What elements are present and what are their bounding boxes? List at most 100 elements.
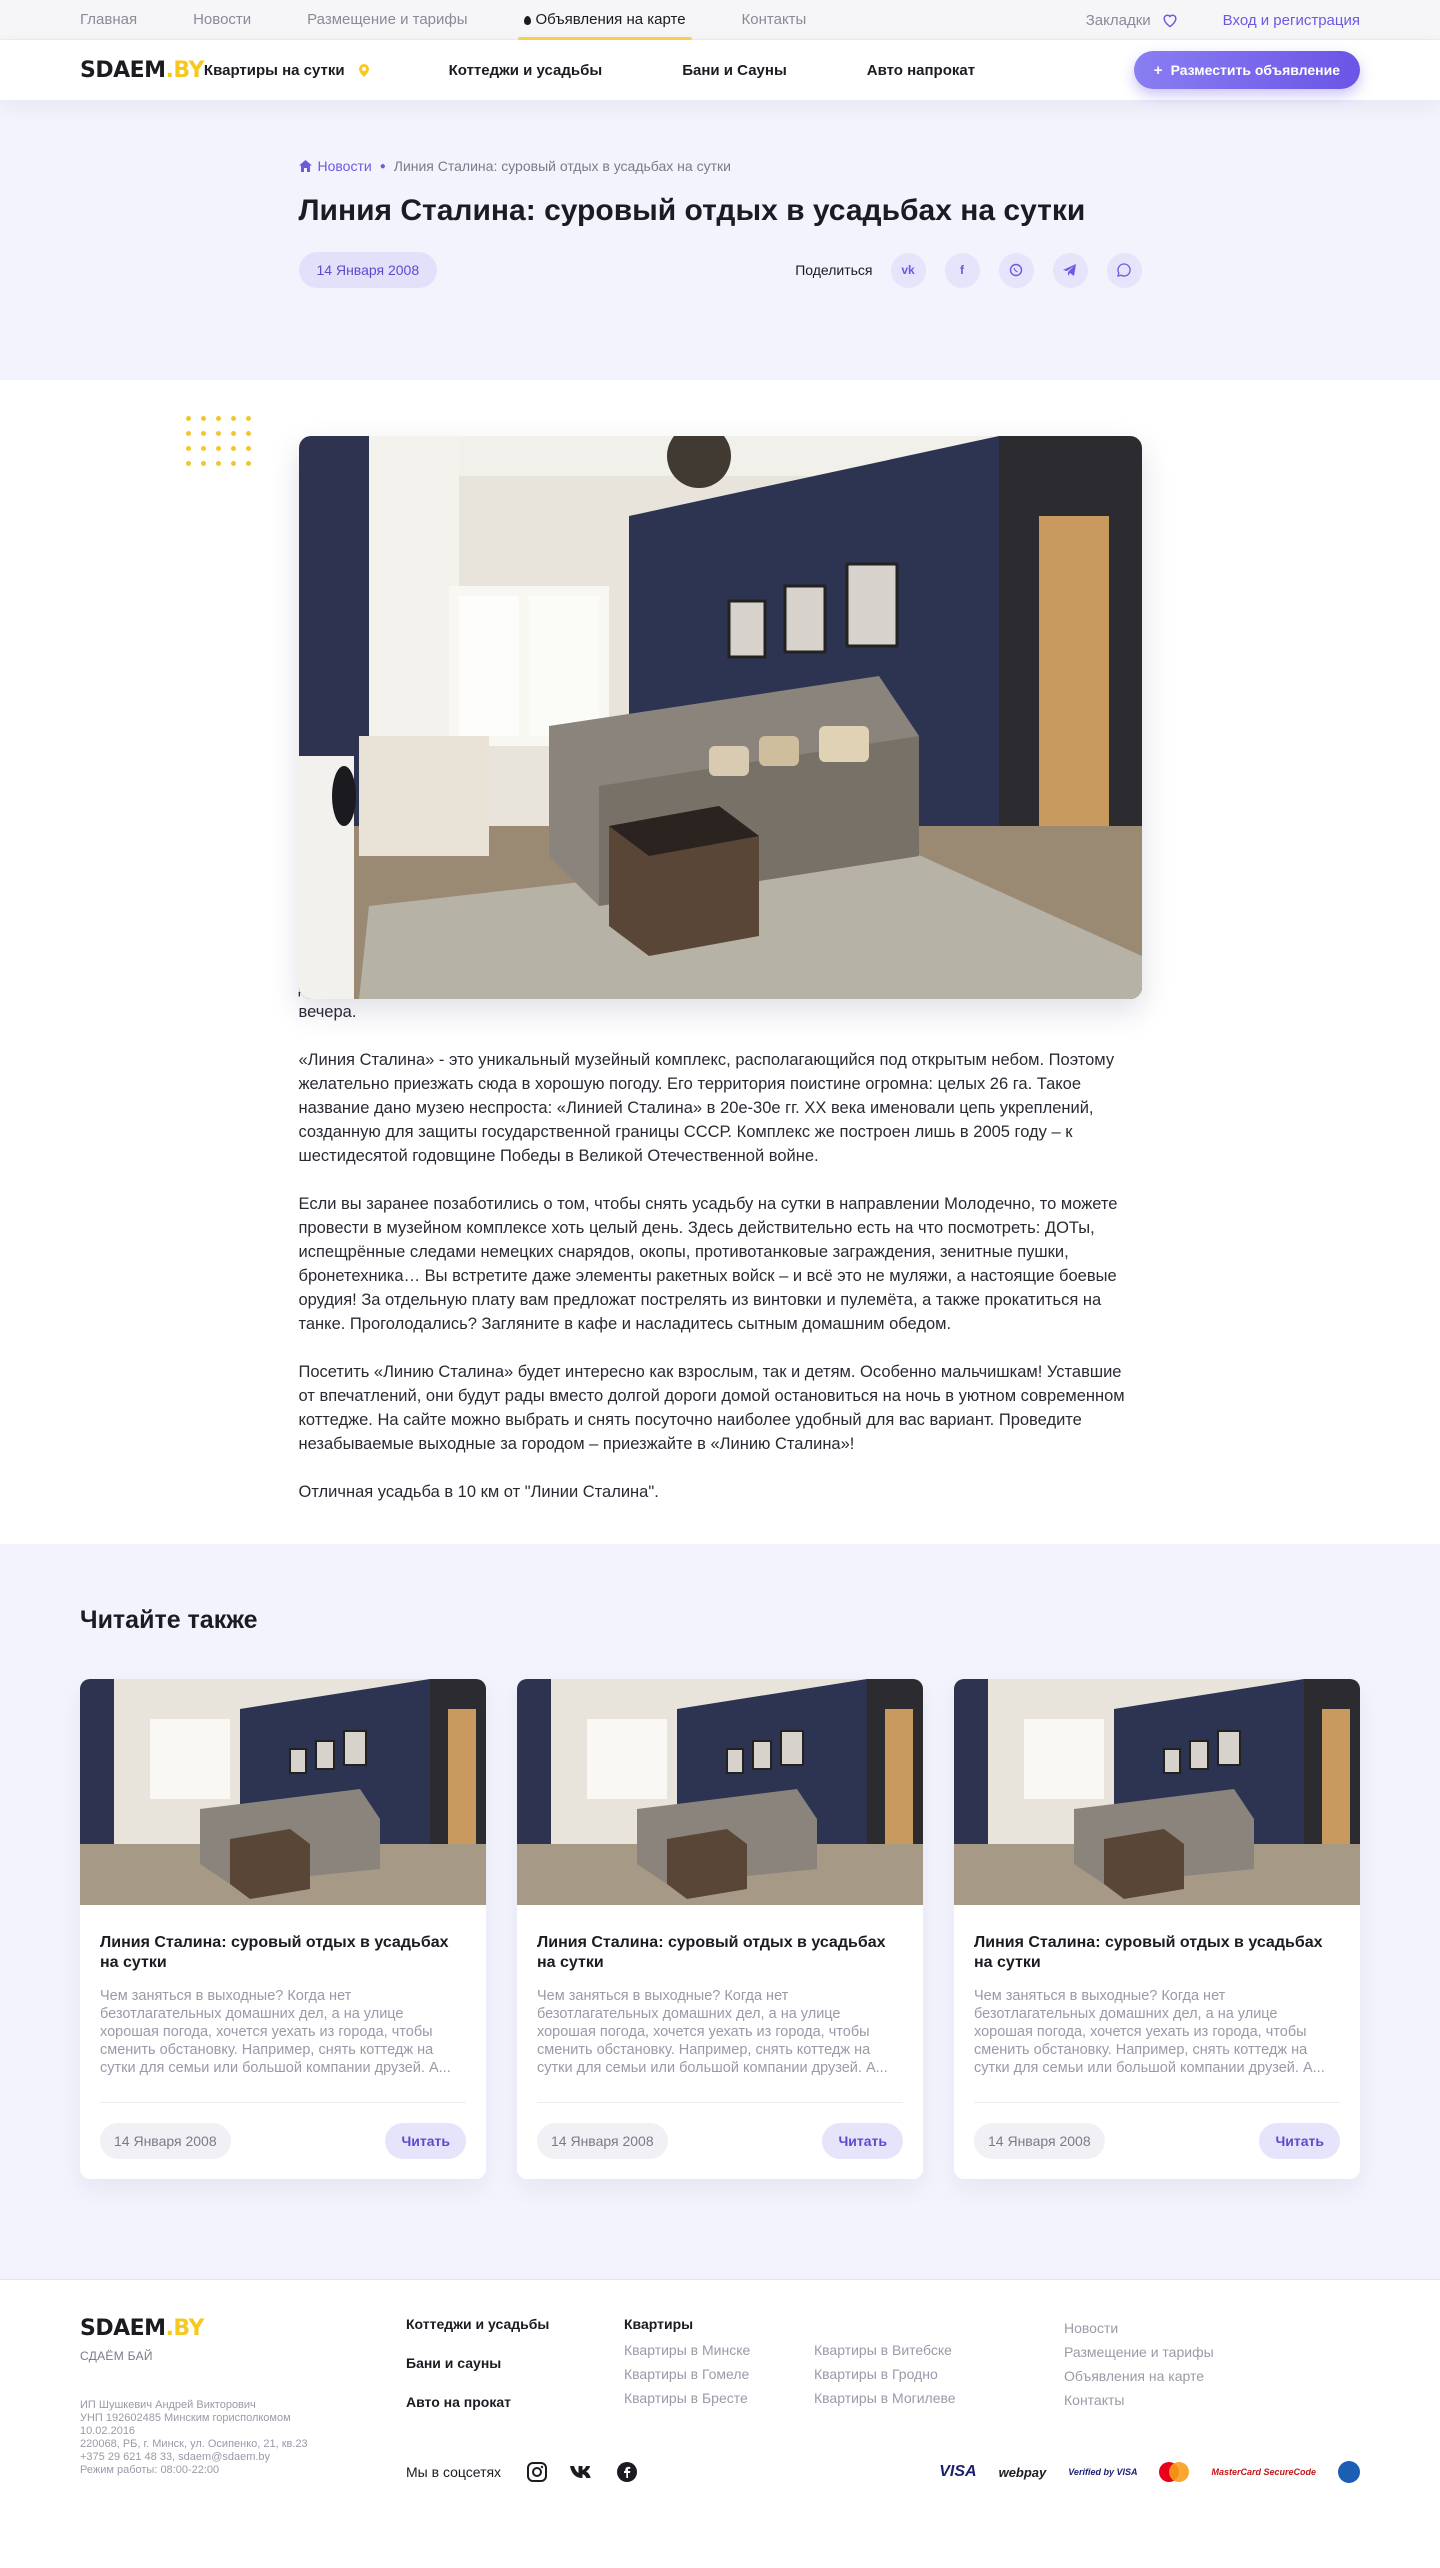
article-paragraph: Если вы заранее позаботились о том, чтоб… bbox=[298, 1195, 1118, 1333]
footer-logo-main: SDAEM bbox=[80, 2316, 166, 2341]
mastercard-logo bbox=[1159, 2462, 1190, 2482]
living-room-image bbox=[298, 436, 1142, 999]
footer-link-news[interactable]: Новости bbox=[1064, 2320, 1214, 2336]
nav-saunas[interactable]: Бани и Сауны bbox=[682, 62, 787, 79]
bookmarks-link[interactable]: Закладки bbox=[1086, 12, 1179, 29]
footer-link-map[interactable]: Объявления на карте bbox=[1064, 2368, 1214, 2384]
footer-link-minsk[interactable]: Квартиры в Минске bbox=[624, 2342, 814, 2358]
social-label: Мы в соцсетях bbox=[406, 2464, 502, 2480]
read-button[interactable]: Читать bbox=[385, 2123, 466, 2159]
article-meta: 14 Января 2008 Поделиться vk f bbox=[298, 252, 1142, 288]
post-ad-label: Разместить объявление bbox=[1170, 62, 1340, 78]
webpay-logo: webpay bbox=[998, 2464, 1047, 2480]
card-description: Чем заняться в выходные? Когда нет безот… bbox=[100, 1988, 451, 2076]
read-button[interactable]: Читать bbox=[822, 2123, 903, 2159]
belkart-logo bbox=[1338, 2461, 1360, 2483]
card-date: 14 Января 2008 bbox=[974, 2123, 1105, 2159]
facebook-icon: f bbox=[960, 263, 964, 277]
bookmarks-label: Закладки bbox=[1085, 11, 1151, 29]
card-date: 14 Января 2008 bbox=[100, 2123, 231, 2159]
card-photo bbox=[517, 1679, 923, 1905]
main-nav: SDAEM.BY Квартиры на сутки Коттеджи и ус… bbox=[0, 40, 1440, 100]
breadcrumb-home-label: Новости bbox=[317, 158, 372, 174]
vk-icon: vk bbox=[901, 263, 915, 277]
footer-apartments: Квартиры Квартиры в Минске Квартиры в Ви… bbox=[624, 2316, 1064, 2477]
legal-line: ИП Шушкевич Андрей Викторович bbox=[80, 2399, 256, 2411]
article-paragraph: «Линия Сталина» - это уникальный музейны… bbox=[298, 1051, 1115, 1165]
home-icon bbox=[298, 160, 312, 172]
nav-cars[interactable]: Авто напрокат bbox=[867, 62, 975, 79]
share-telegram-button[interactable] bbox=[1052, 252, 1088, 288]
footer: SDAEM.BY СДАЁМ БАЙ ИП Шушкевич Андрей Ви… bbox=[0, 2279, 1440, 2501]
toplink-map-label: Объявления на карте bbox=[535, 11, 686, 28]
top-right: Закладки Вход и регистрация bbox=[1086, 12, 1360, 29]
visa-logo: VISA bbox=[939, 2463, 977, 2480]
news-card[interactable]: Линия Сталина: суровый отдых в усадьбах … bbox=[517, 1679, 923, 2179]
card-image bbox=[517, 1679, 923, 1905]
article-paragraph: Отличная усадьба в 10 км от "Линии Стали… bbox=[298, 1483, 659, 1501]
social-block: Мы в соцсетях bbox=[406, 2460, 660, 2484]
card-footer: 14 Января 2008 Читать bbox=[537, 2102, 903, 2159]
card-footer: 14 Января 2008 Читать bbox=[100, 2102, 466, 2159]
footer-logo[interactable]: SDAEM.BY bbox=[80, 2316, 204, 2341]
nav-cottages[interactable]: Коттеджи и усадьбы bbox=[449, 62, 603, 79]
footer-link-cars[interactable]: Авто на прокат bbox=[406, 2394, 624, 2410]
card-title: Линия Сталина: суровый отдых в усадьбах … bbox=[537, 1934, 886, 1971]
breadcrumb-home[interactable]: Новости bbox=[298, 158, 372, 174]
news-card[interactable]: Линия Сталина: суровый отдых в усадьбах … bbox=[954, 1679, 1360, 2179]
toplink-tariffs[interactable]: Размещение и тарифы bbox=[307, 0, 467, 40]
footer-link-grodno[interactable]: Квартиры в Гродно bbox=[814, 2366, 1004, 2382]
telegram-icon bbox=[1063, 263, 1076, 276]
top-bar: Главная Новости Размещение и тарифы Объя… bbox=[0, 0, 1440, 40]
share-whatsapp-button[interactable] bbox=[1106, 252, 1142, 288]
footer-link-cottages[interactable]: Коттеджи и усадьбы bbox=[406, 2316, 624, 2332]
vk-icon[interactable] bbox=[570, 2460, 594, 2484]
article-paragraph: Посетить «Линию Сталина» будет интересно… bbox=[298, 1363, 1125, 1453]
read-also-heading: Читайте также bbox=[80, 1606, 258, 1634]
logo-by: .BY bbox=[165, 57, 205, 83]
login-link[interactable]: Вход и регистрация bbox=[1223, 12, 1360, 29]
heart-icon bbox=[1163, 14, 1177, 28]
toplink-map[interactable]: Объявления на карте bbox=[517, 0, 692, 40]
footer-link-mogilev[interactable]: Квартиры в Могилеве bbox=[814, 2390, 1004, 2406]
card-image bbox=[954, 1679, 1360, 1905]
decorative-dots bbox=[186, 416, 252, 466]
share-block: Поделиться vk f bbox=[795, 252, 1142, 288]
nav-apartments-label: Квартиры на сутки bbox=[203, 61, 345, 79]
breadcrumb-separator: ● bbox=[379, 160, 386, 172]
footer-bottom: Мы в соцсетях VISA webpay Verified by VI… bbox=[0, 2460, 1440, 2484]
footer-apartments-heading: Квартиры bbox=[624, 2316, 694, 2332]
footer-link-gomel[interactable]: Квартиры в Гомеле bbox=[624, 2366, 814, 2382]
read-also-cards: Линия Сталина: суровый отдых в усадьбах … bbox=[80, 1679, 1360, 2179]
footer-link-tariffs[interactable]: Размещение и тарифы bbox=[1064, 2344, 1214, 2360]
legal-line: 220068, РБ, г. Минск, ул. Осипенко, 21, … bbox=[80, 2438, 308, 2450]
legal-line: 10.02.2016 bbox=[80, 2425, 136, 2437]
article: Новости ● Линия Сталина: суровый отдых в… bbox=[298, 100, 1142, 1504]
facebook-icon[interactable] bbox=[615, 2460, 639, 2484]
news-card[interactable]: Линия Сталина: суровый отдых в усадьбах … bbox=[80, 1679, 486, 2179]
share-vk-button[interactable]: vk bbox=[890, 252, 926, 288]
share-facebook-button[interactable]: f bbox=[944, 252, 980, 288]
card-photo bbox=[954, 1679, 1360, 1905]
payment-logos: VISA webpay Verified by VISA MasterCard … bbox=[917, 2461, 1360, 2483]
card-footer: 14 Января 2008 Читать bbox=[974, 2102, 1340, 2159]
card-date: 14 Января 2008 bbox=[537, 2123, 668, 2159]
footer-link-vitebsk[interactable]: Квартиры в Витебске bbox=[814, 2342, 1004, 2358]
footer-subtitle: СДАЁМ БАЙ bbox=[80, 2349, 153, 2363]
instagram-icon[interactable] bbox=[525, 2460, 549, 2484]
footer-brand: SDAEM.BY СДАЁМ БАЙ ИП Шушкевич Андрей Ви… bbox=[80, 2316, 406, 2477]
read-button[interactable]: Читать bbox=[1259, 2123, 1340, 2159]
legal-line: УНП 192602485 Минским горисполкомом bbox=[80, 2412, 291, 2424]
toplink-news[interactable]: Новости bbox=[193, 0, 251, 40]
nav-apartments[interactable]: Квартиры на сутки bbox=[204, 62, 369, 79]
share-viber-button[interactable] bbox=[998, 252, 1034, 288]
logo[interactable]: SDAEM.BY bbox=[80, 58, 204, 83]
toplink-contacts[interactable]: Контакты bbox=[742, 0, 807, 40]
post-ad-button[interactable]: + Разместить объявление bbox=[1133, 51, 1360, 89]
footer-link-saunas[interactable]: Бани и сауны bbox=[406, 2355, 624, 2371]
footer-link-contacts[interactable]: Контакты bbox=[1064, 2392, 1214, 2408]
whatsapp-icon bbox=[1117, 263, 1131, 277]
toplink-home[interactable]: Главная bbox=[80, 0, 137, 40]
footer-link-brest[interactable]: Квартиры в Бресте bbox=[624, 2390, 814, 2406]
card-photo bbox=[80, 1679, 486, 1905]
